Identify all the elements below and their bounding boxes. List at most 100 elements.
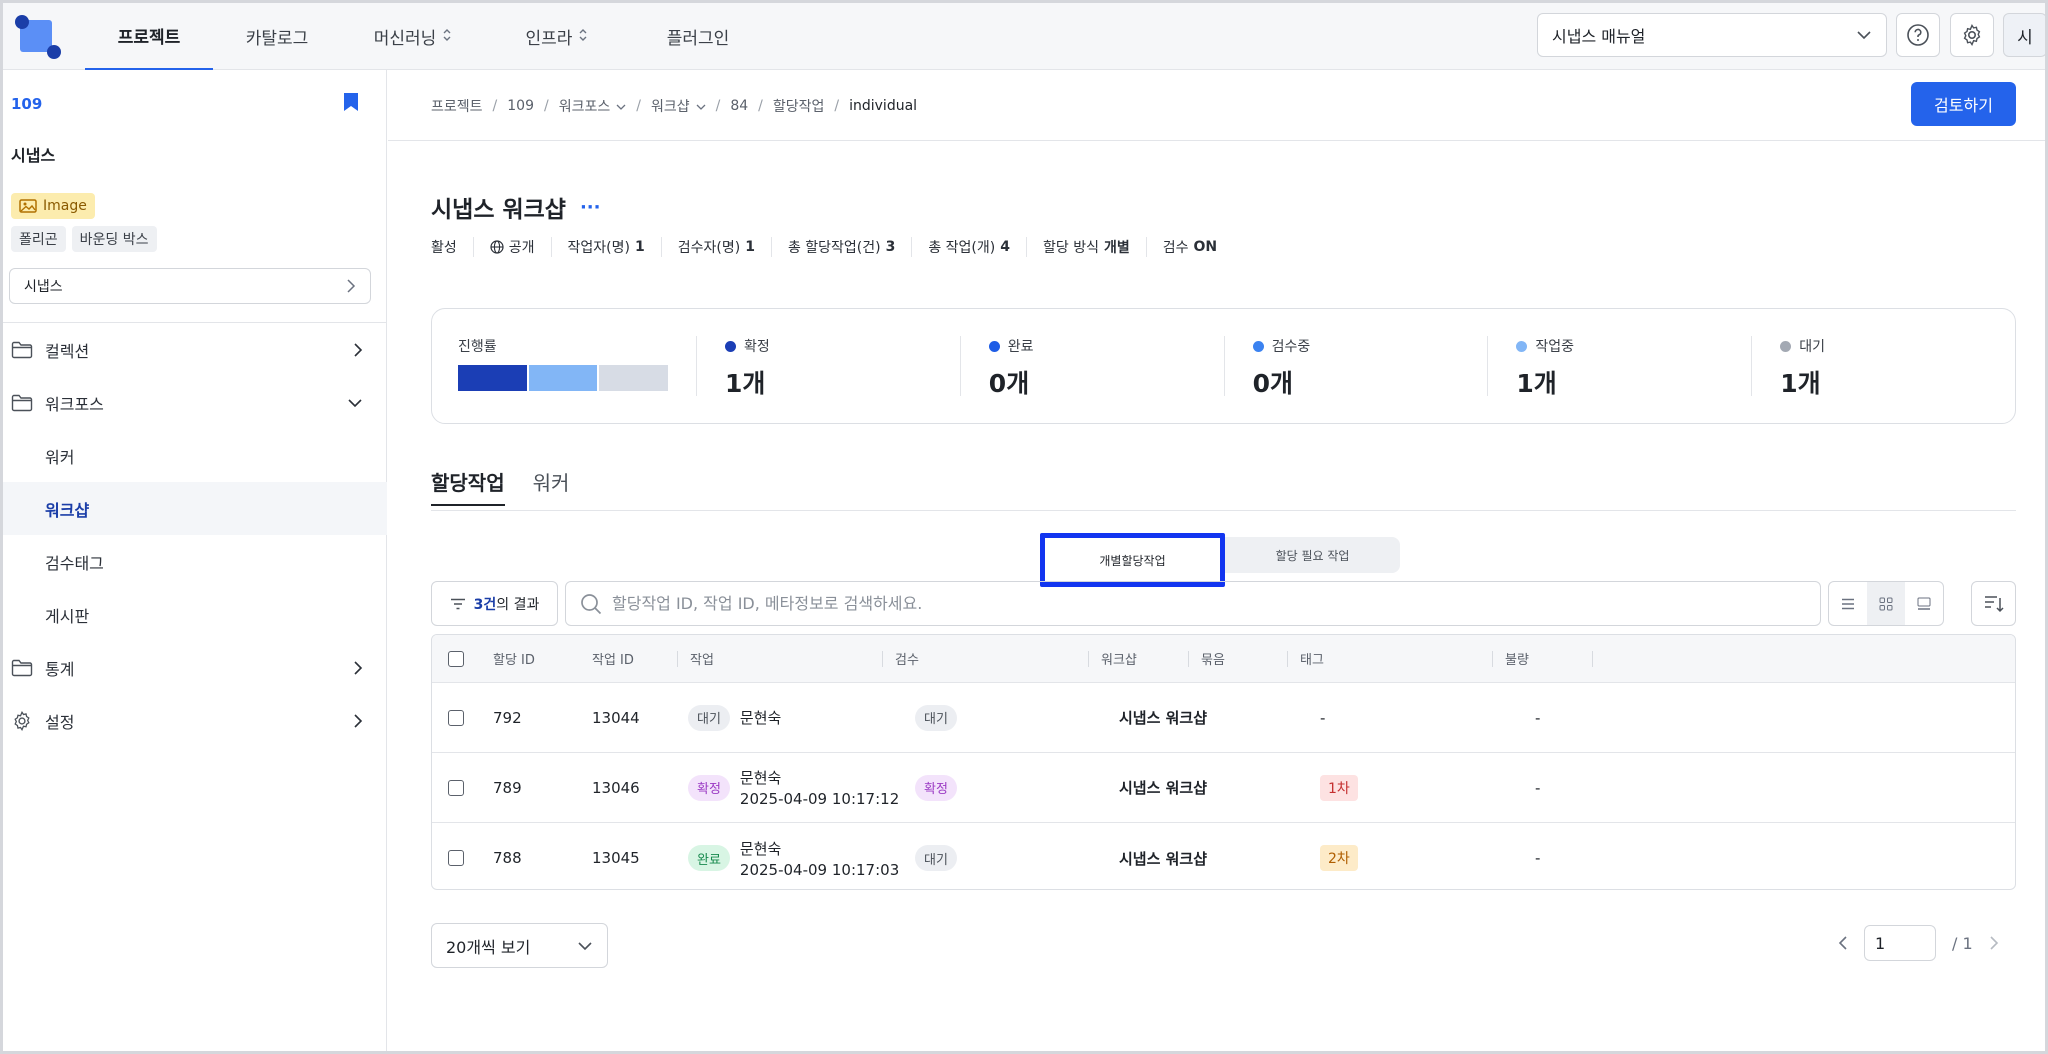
chevron-right-icon xyxy=(353,342,363,358)
column-header[interactable]: 묶음 xyxy=(1201,635,1225,682)
prev-page-icon[interactable] xyxy=(1838,935,1848,951)
chevron-down-icon[interactable] xyxy=(696,98,706,114)
gallery-view-button[interactable] xyxy=(1905,582,1943,625)
meta-label: 활성 xyxy=(431,240,457,256)
status-dot-icon xyxy=(1252,340,1264,352)
breadcrumb-item[interactable]: individual xyxy=(849,98,917,114)
column-resizer[interactable] xyxy=(882,635,883,682)
next-page-icon[interactable] xyxy=(1989,935,1999,951)
sort-button[interactable] xyxy=(1971,581,2016,626)
annotation-tag: 바운딩 박스 xyxy=(71,226,157,252)
status-stat-4: 대기 1개 xyxy=(1751,336,2015,398)
work-info: 문현숙 2025-04-09 10:17:03 xyxy=(740,838,899,879)
grid-icon xyxy=(1879,597,1893,610)
pagination: 1 / 1 xyxy=(1838,925,1999,961)
nav-item-0[interactable]: 프로젝트 xyxy=(85,3,213,70)
column-resizer[interactable] xyxy=(1188,635,1189,682)
nav-item-3[interactable]: 인프라 xyxy=(485,3,629,70)
sidebar-item-0[interactable]: 컬렉션 xyxy=(3,323,387,376)
sidebar-item-5[interactable]: 게시판 xyxy=(3,588,387,641)
column-header[interactable]: 불량 xyxy=(1505,635,1529,682)
breadcrumb-item[interactable]: 워크포스 xyxy=(559,96,611,116)
column-header[interactable]: 작업 ID xyxy=(592,635,634,682)
sidebar-item-label: 검수태그 xyxy=(45,553,104,573)
column-header[interactable]: 작업 xyxy=(690,635,714,682)
sidebar-item-2[interactable]: 워커 xyxy=(3,429,387,482)
header-divider xyxy=(388,140,2045,141)
segment-individual[interactable]: 개별할당작업 xyxy=(1040,533,1225,587)
page-size-select[interactable]: 20개씩 보기 xyxy=(431,923,608,968)
select-all-checkbox[interactable] xyxy=(448,650,464,667)
table-row[interactable]: 788 13045 완료 문현숙 2025-04-09 10:17:03 대기 시냅스 워크… xyxy=(432,823,2015,889)
sidebar-item-6[interactable]: 통계 xyxy=(3,641,387,694)
avatar[interactable]: 시 xyxy=(2003,13,2045,57)
row-checkbox[interactable] xyxy=(448,709,464,726)
logo[interactable] xyxy=(15,15,61,61)
main-content: 프로젝트 / 109 / 워크포스 / 워크샵 / 84 / 할당작업 / individual 검토하… xyxy=(388,70,2045,1051)
gear-icon xyxy=(1963,24,1981,46)
breadcrumb-item[interactable]: 109 xyxy=(507,98,534,114)
table-row[interactable]: 792 13044 대기 문현숙 대기 시냅스 워크샵 - - xyxy=(432,683,2015,753)
search-input[interactable] xyxy=(612,594,1762,613)
column-header[interactable]: 할당 ID xyxy=(493,635,535,682)
sidebar-item-7[interactable]: 설정 xyxy=(3,694,387,747)
defect-value: - xyxy=(1535,778,1541,797)
sidebar-item-content: 컬렉션 xyxy=(11,338,89,362)
column-header[interactable]: 태그 xyxy=(1300,635,1324,682)
tab-assignments[interactable]: 할당작업 xyxy=(431,467,505,506)
bookmark-icon[interactable] xyxy=(343,92,359,112)
column-resizer[interactable] xyxy=(1287,635,1288,682)
sidebar-item-4[interactable]: 검수태그 xyxy=(3,535,387,588)
tag-cell: 2차 xyxy=(1320,823,1358,889)
project-select[interactable]: 시냅스 xyxy=(9,268,371,304)
review-cell: 대기 xyxy=(915,683,967,752)
folder-icon xyxy=(11,394,33,412)
progress-summary: 진행률 확정 1개 완료 0개 검수중 0개 작업중 1개 대기 1개 xyxy=(431,308,2016,424)
sidebar-item-content: 통계 xyxy=(11,656,74,680)
column-header[interactable]: 검수 xyxy=(895,635,919,682)
nav-item-4[interactable]: 플러그인 xyxy=(629,3,767,70)
work-cell: 완료 문현숙 2025-04-09 10:17:03 xyxy=(688,823,899,889)
globe-icon xyxy=(490,240,504,254)
breadcrumb-item[interactable]: 워크샵 xyxy=(651,96,690,116)
breadcrumb-separator: / xyxy=(492,98,498,114)
filter-button[interactable]: 3건의 결과 xyxy=(431,581,558,626)
manual-select[interactable]: 시냅스 매뉴얼 xyxy=(1537,13,1887,57)
task-id: 13046 xyxy=(592,778,640,797)
column-resizer[interactable] xyxy=(677,635,678,682)
column-resizer[interactable] xyxy=(1492,635,1493,682)
list-view-button[interactable] xyxy=(1829,582,1867,625)
main-nav: 프로젝트 카탈로그 머신러닝 인프라 플러그인 xyxy=(85,3,767,70)
column-resizer[interactable] xyxy=(1592,635,1593,682)
sidebar-item-3[interactable]: 워크샵 xyxy=(3,482,387,535)
breadcrumb-separator: / xyxy=(543,98,549,114)
segment-needs-assignment[interactable]: 할당 필요 작업 xyxy=(1225,537,1400,573)
stat-value: 0개 xyxy=(1252,369,1293,398)
nav-item-label: 플러그인 xyxy=(666,29,730,49)
column-resizer[interactable] xyxy=(1088,635,1089,682)
breadcrumb-item[interactable]: 프로젝트 xyxy=(431,96,483,116)
help-button[interactable] xyxy=(1896,13,1940,57)
column-header[interactable]: 워크샵 xyxy=(1101,635,1137,682)
nav-item-2[interactable]: 머신러닝 xyxy=(341,3,485,70)
review-button[interactable]: 검토하기 xyxy=(1911,82,2016,126)
chevron-down-icon[interactable] xyxy=(616,98,626,114)
breadcrumb-item[interactable]: 84 xyxy=(730,98,748,114)
nav-item-1[interactable]: 카탈로그 xyxy=(213,3,341,70)
grid-view-button[interactable] xyxy=(1867,582,1905,625)
tab-workers[interactable]: 워커 xyxy=(533,467,570,506)
row-checkbox[interactable] xyxy=(448,779,464,796)
settings-button[interactable] xyxy=(1950,13,1994,57)
sidebar-item-label: 게시판 xyxy=(45,606,90,626)
breadcrumb-separator: / xyxy=(636,98,641,114)
page-number-input[interactable]: 1 xyxy=(1864,925,1936,961)
sidebar-item-1[interactable]: 워크포스 xyxy=(3,376,387,429)
meta-item: 검수 ON xyxy=(1145,237,1233,257)
tag-badge: 1차 xyxy=(1320,774,1358,801)
workshop-meta: 활성 공개 작업자(명) 1 검수자(명) 1 총 할당작업(건) 3 총 작업(개) 4 할당 방… xyxy=(431,237,1233,257)
tag-badge: 2차 xyxy=(1320,845,1358,871)
row-checkbox[interactable] xyxy=(448,850,464,866)
table-row[interactable]: 789 13046 확정 문현숙 2025-04-09 10:17:12 확정 시냅스 워크… xyxy=(432,753,2015,823)
more-options-icon[interactable]: ··· xyxy=(580,197,601,218)
breadcrumb-item[interactable]: 할당작업 xyxy=(773,96,825,116)
